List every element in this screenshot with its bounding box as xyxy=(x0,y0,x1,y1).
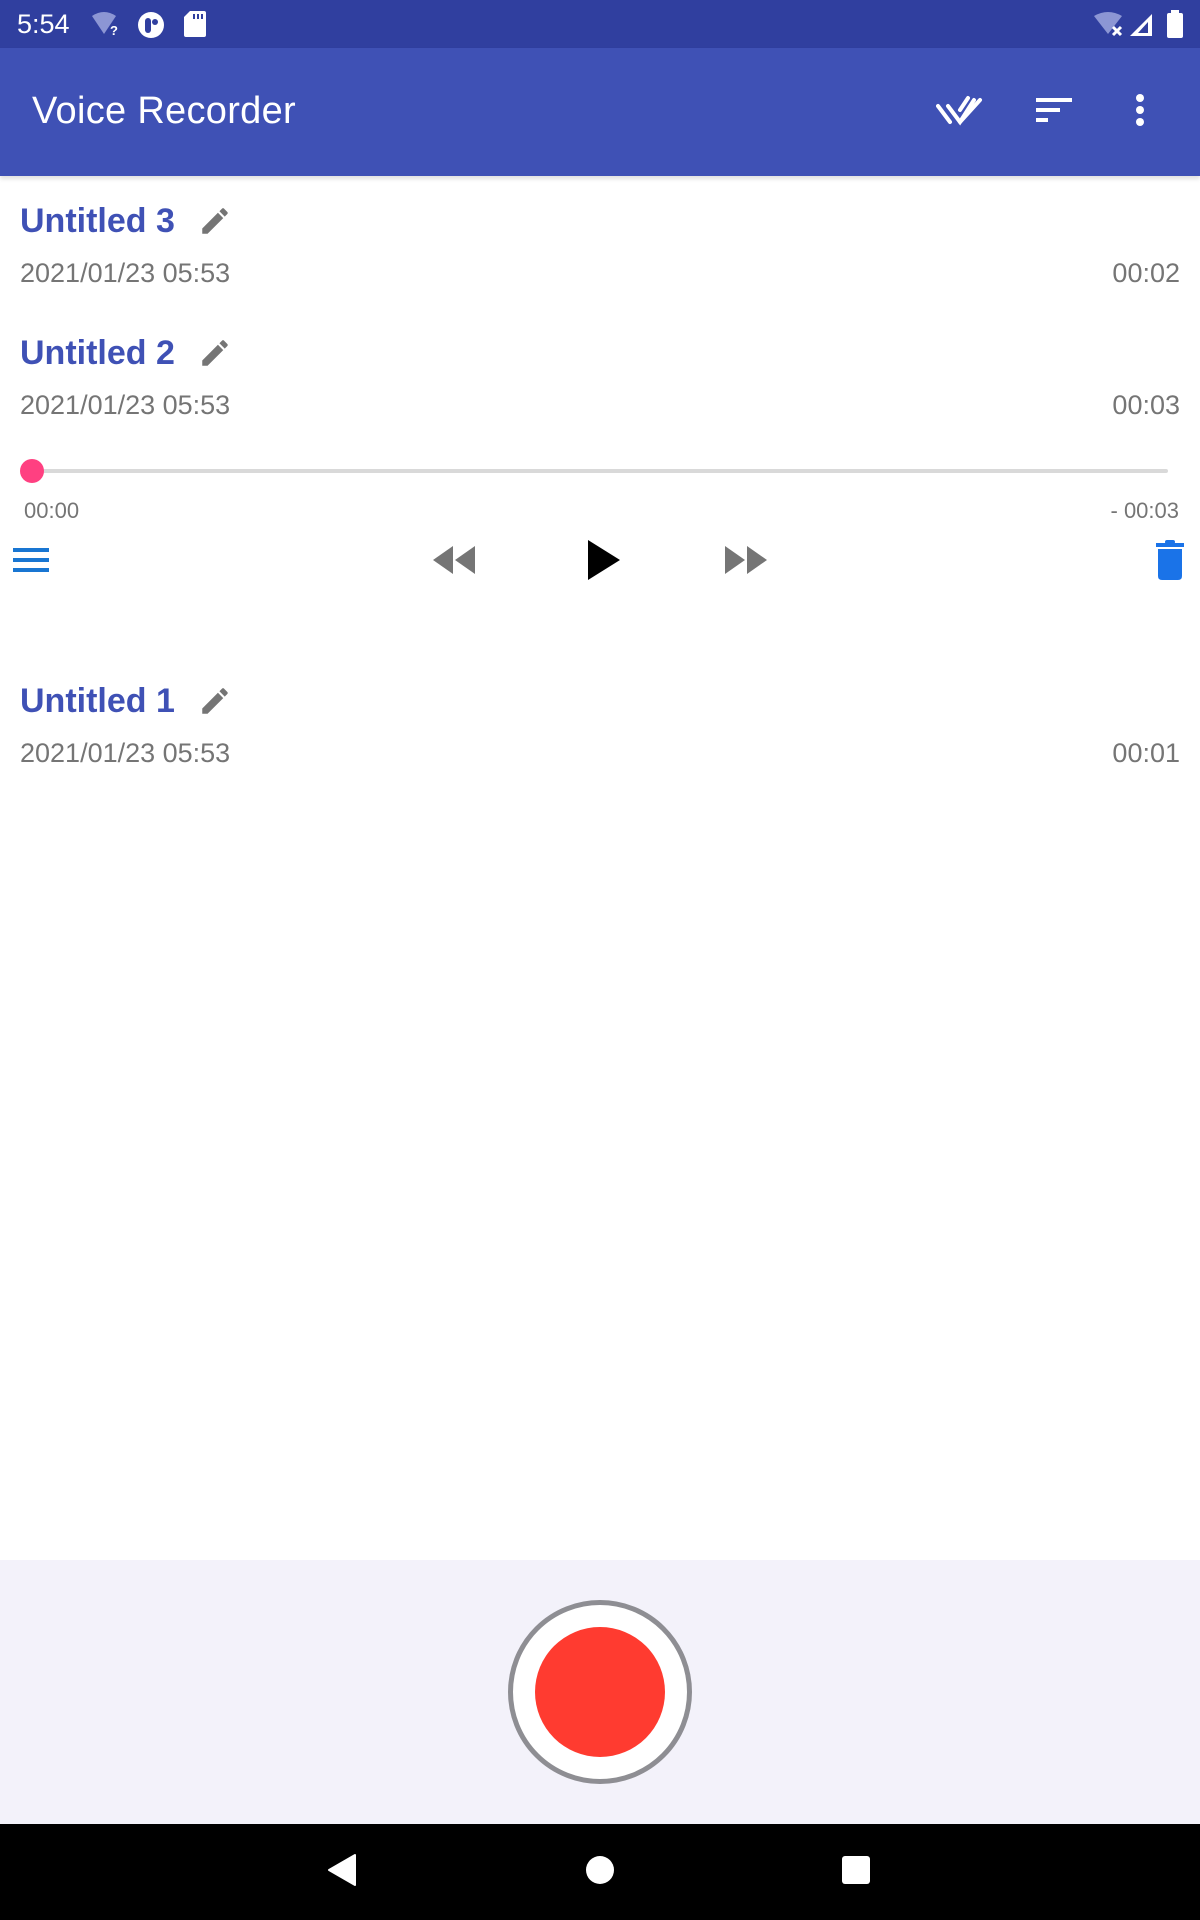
delete-icon xyxy=(1155,539,1185,585)
more-vert-icon xyxy=(1135,93,1145,132)
wifi-unknown-icon: ? xyxy=(92,12,124,41)
recording-duration: 00:01 xyxy=(1112,738,1180,768)
rewind-icon xyxy=(431,544,477,581)
record-button[interactable] xyxy=(508,1600,692,1784)
status-time: 5:54 xyxy=(17,9,70,39)
recording-date: 2021/01/23 05:53 xyxy=(20,258,231,288)
elapsed-time: 00:00 xyxy=(24,498,80,523)
app-bar: Voice Recorder xyxy=(0,48,1200,176)
player-panel: 00:00 - 00:03 xyxy=(0,440,1200,656)
pencil-icon xyxy=(202,688,228,714)
voice-recorder-screen: 5:54 ? Voice Recorder Untitled 3 2021/01… xyxy=(0,0,1200,1920)
delete-button[interactable] xyxy=(1148,536,1192,588)
select-all-button[interactable] xyxy=(924,76,996,148)
home-icon xyxy=(585,1855,615,1890)
wifi-off-icon xyxy=(1094,12,1126,43)
nav-back-button[interactable] xyxy=(314,1844,370,1900)
recording-date: 2021/01/23 05:53 xyxy=(20,738,231,768)
seek-bar[interactable] xyxy=(20,459,1168,483)
recording-title: Untitled 2 xyxy=(20,334,175,372)
recording-list: Untitled 3 2021/01/23 05:53 00:02 Untitl… xyxy=(0,176,1200,788)
sort-button[interactable] xyxy=(1019,76,1091,148)
playlist-menu-button[interactable] xyxy=(8,538,56,586)
rewind-button[interactable] xyxy=(424,538,484,586)
app-title: Voice Recorder xyxy=(32,90,297,132)
svg-text:?: ? xyxy=(110,23,118,36)
back-icon xyxy=(327,1853,357,1892)
play-icon xyxy=(586,538,622,587)
edit-title-button[interactable] xyxy=(198,204,232,238)
sort-icon xyxy=(1036,96,1074,129)
app-notification-icon xyxy=(137,11,165,44)
nav-recents-button[interactable] xyxy=(828,1844,884,1900)
remaining-time: - 00:03 xyxy=(1110,498,1180,523)
recording-item[interactable]: Untitled 3 2021/01/23 05:53 00:02 xyxy=(0,176,1200,308)
record-panel xyxy=(0,1560,1200,1824)
seek-thumb[interactable] xyxy=(20,459,44,483)
recents-icon xyxy=(841,1855,871,1890)
recording-date: 2021/01/23 05:53 xyxy=(20,390,231,420)
fast-forward-icon xyxy=(723,544,769,581)
sd-card-icon xyxy=(184,11,206,42)
more-options-button[interactable] xyxy=(1104,76,1176,148)
pencil-icon xyxy=(202,340,228,366)
recording-title: Untitled 1 xyxy=(20,682,175,720)
recording-item[interactable]: Untitled 2 2021/01/23 05:53 00:03 xyxy=(0,308,1200,440)
recording-duration: 00:03 xyxy=(1112,390,1180,420)
fast-forward-button[interactable] xyxy=(716,538,776,586)
system-nav-bar xyxy=(0,1824,1200,1920)
edit-title-button[interactable] xyxy=(198,336,232,370)
double-check-icon xyxy=(936,94,984,131)
recording-title: Untitled 3 xyxy=(20,202,175,240)
recording-duration: 00:02 xyxy=(1112,258,1180,288)
record-icon xyxy=(535,1627,665,1757)
cell-signal-icon xyxy=(1128,12,1154,43)
menu-icon xyxy=(13,546,51,579)
edit-title-button[interactable] xyxy=(198,684,232,718)
nav-home-button[interactable] xyxy=(572,1844,628,1900)
status-bar: 5:54 ? xyxy=(0,0,1200,48)
recording-item[interactable]: Untitled 1 2021/01/23 05:53 00:01 xyxy=(0,656,1200,788)
pencil-icon xyxy=(202,208,228,234)
battery-icon xyxy=(1166,10,1184,43)
play-button[interactable] xyxy=(576,532,632,592)
